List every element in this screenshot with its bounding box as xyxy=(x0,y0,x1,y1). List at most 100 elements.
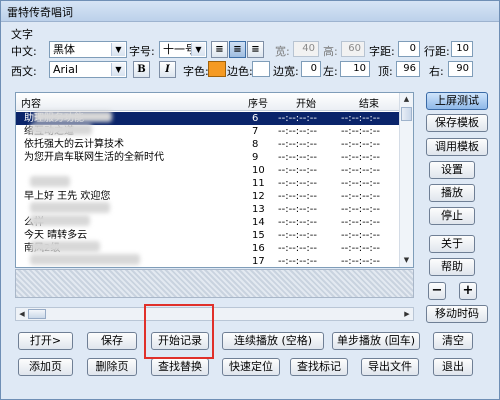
chinese-font-value: 黑体 xyxy=(53,43,75,56)
chevron-down-icon: ▼ xyxy=(191,43,205,56)
column-header-end[interactable]: 结束 xyxy=(359,95,379,110)
load-template-button[interactable]: 调用模板 xyxy=(426,138,488,156)
scroll-thumb[interactable] xyxy=(401,107,412,121)
top-margin-field[interactable]: 96 xyxy=(396,61,420,77)
exit-button[interactable]: 退出 xyxy=(433,358,473,376)
chinese-font-label: 中文: xyxy=(11,45,37,58)
row-content: 为您开启车联网生活的全新时代 xyxy=(24,152,164,163)
row-end-time: --:--:--:-- xyxy=(341,191,380,202)
column-header-start[interactable]: 开始 xyxy=(296,95,316,110)
find-replace-button[interactable]: 查找替换 xyxy=(151,358,209,376)
about-button[interactable]: 关于 xyxy=(429,235,475,253)
row-index: 16 xyxy=(252,243,265,254)
row-index: 10 xyxy=(252,165,265,176)
row-start-time: --:--:--:-- xyxy=(278,256,317,267)
char-spacing-label: 字距: xyxy=(369,45,395,58)
line-spacing-label: 行距: xyxy=(424,45,450,58)
column-header-index[interactable]: 序号 xyxy=(248,95,268,110)
row-start-time: --:--:--:-- xyxy=(278,178,317,189)
border-width-field[interactable]: 0 xyxy=(301,61,321,77)
italic-button[interactable]: I xyxy=(159,61,176,78)
stop-button[interactable]: 停止 xyxy=(429,207,475,225)
row-start-time: --:--:--:-- xyxy=(278,139,317,150)
align-right-button[interactable]: ≡ xyxy=(247,41,264,58)
border-width-label: 边宽: xyxy=(273,65,299,78)
row-start-time: --:--:--:-- xyxy=(278,113,317,124)
row-end-time: --:--:--:-- xyxy=(341,139,380,150)
single-step-play-button[interactable]: 单步播放 (回车) xyxy=(332,332,420,350)
quick-locate-button[interactable]: 快速定位 xyxy=(222,358,280,376)
row-index: 15 xyxy=(252,230,265,241)
align-left-button[interactable]: ≡ xyxy=(211,41,228,58)
list-item[interactable]: 依托强大的云计算技术 8 --:--:--:-- --:--:--:-- xyxy=(16,138,401,151)
row-index: 9 xyxy=(252,152,259,163)
row-end-time: --:--:--:-- xyxy=(341,152,380,163)
scroll-up-icon[interactable]: ▲ xyxy=(400,93,413,106)
row-start-time: --:--:--:-- xyxy=(278,191,317,202)
continuous-play-button[interactable]: 连续播放 (空格) xyxy=(222,332,324,350)
settings-button[interactable]: 设置 xyxy=(429,161,475,179)
horizontal-scrollbar[interactable]: ◀ ▶ xyxy=(15,307,414,321)
start-record-button[interactable]: 开始记录 xyxy=(151,332,209,350)
blurred-text xyxy=(30,215,90,226)
plus-button[interactable]: + xyxy=(459,282,477,300)
char-spacing-field[interactable]: 0 xyxy=(398,41,420,57)
hscroll-thumb[interactable] xyxy=(28,309,46,319)
western-font-label: 西文: xyxy=(11,65,37,78)
scroll-right-icon[interactable]: ▶ xyxy=(401,308,413,320)
minus-button[interactable]: − xyxy=(428,282,446,300)
find-mark-button[interactable]: 查找标记 xyxy=(290,358,348,376)
shift-timecode-button[interactable]: 移动时码 xyxy=(426,305,488,323)
play-button[interactable]: 播放 xyxy=(429,184,475,202)
row-start-time: --:--:--:-- xyxy=(278,204,317,215)
vertical-scrollbar[interactable]: ▲ ▼ xyxy=(399,93,413,267)
delete-page-button[interactable]: 删除页 xyxy=(87,358,137,376)
right-margin-field[interactable]: 90 xyxy=(448,61,473,77)
main-window: 雷特传奇唱词 文字 中文: 黑体 ▼ 字号: 十一号 ▼ ≡ ≡ ≡ 宽: 40… xyxy=(0,0,500,400)
plus-icon: + xyxy=(462,283,474,298)
row-index: 14 xyxy=(252,217,265,228)
font-size-select[interactable]: 十一号 ▼ xyxy=(159,41,207,58)
bold-button[interactable]: B xyxy=(133,61,150,78)
text-color-swatch[interactable] xyxy=(208,61,226,77)
blurred-text xyxy=(30,202,110,213)
row-start-time: --:--:--:-- xyxy=(278,152,317,163)
list-item[interactable]: 为您开启车联网生活的全新时代 9 --:--:--:-- --:--:--:-- xyxy=(16,151,401,164)
scroll-down-icon[interactable]: ▼ xyxy=(400,254,413,267)
height-label: 高: xyxy=(323,45,338,58)
lyrics-list[interactable]: 内容 序号 开始 结束 助理服务功能6--:--:--:----:--:--:-… xyxy=(15,92,414,268)
row-end-time: --:--:--:-- xyxy=(341,217,380,228)
width-field[interactable]: 40 xyxy=(293,41,319,57)
open-button[interactable]: 打开> xyxy=(18,332,73,350)
chinese-font-select[interactable]: 黑体 ▼ xyxy=(49,41,127,58)
align-center-button[interactable]: ≡ xyxy=(229,41,246,58)
left-margin-field[interactable]: 10 xyxy=(340,61,370,77)
row-index: 17 xyxy=(252,256,265,267)
align-right-icon: ≡ xyxy=(251,44,260,55)
export-file-button[interactable]: 导出文件 xyxy=(361,358,419,376)
line-spacing-field[interactable]: 10 xyxy=(451,41,473,57)
border-color-swatch[interactable] xyxy=(252,61,270,77)
go-live-test-button[interactable]: 上屏测试 xyxy=(426,92,488,110)
row-end-time: --:--:--:-- xyxy=(341,165,380,176)
row-start-time: --:--:--:-- xyxy=(278,126,317,137)
right-margin-label: 右: xyxy=(429,65,444,78)
height-field[interactable]: 60 xyxy=(341,41,365,57)
help-button[interactable]: 帮助 xyxy=(429,258,475,276)
western-font-select[interactable]: Arial ▼ xyxy=(49,61,127,78)
column-header-content[interactable]: 内容 xyxy=(21,95,41,110)
text-color-label: 字色: xyxy=(183,65,209,78)
scroll-left-icon[interactable]: ◀ xyxy=(16,308,28,320)
blurred-text xyxy=(30,176,70,187)
list-item[interactable]: 10 --:--:--:-- --:--:--:-- xyxy=(16,164,401,177)
border-color-label: 边色: xyxy=(227,65,253,78)
list-item[interactable]: 11 --:--:--:-- --:--:--:-- xyxy=(16,177,401,190)
add-page-button[interactable]: 添加页 xyxy=(18,358,73,376)
align-center-icon: ≡ xyxy=(233,44,242,55)
row-end-time: --:--:--:-- xyxy=(341,230,380,241)
clear-button[interactable]: 清空 xyxy=(433,332,473,350)
list-header: 内容 序号 开始 结束 xyxy=(16,93,401,111)
save-button[interactable]: 保存 xyxy=(87,332,137,350)
align-left-icon: ≡ xyxy=(215,44,224,55)
save-template-button[interactable]: 保存模板 xyxy=(426,114,488,132)
